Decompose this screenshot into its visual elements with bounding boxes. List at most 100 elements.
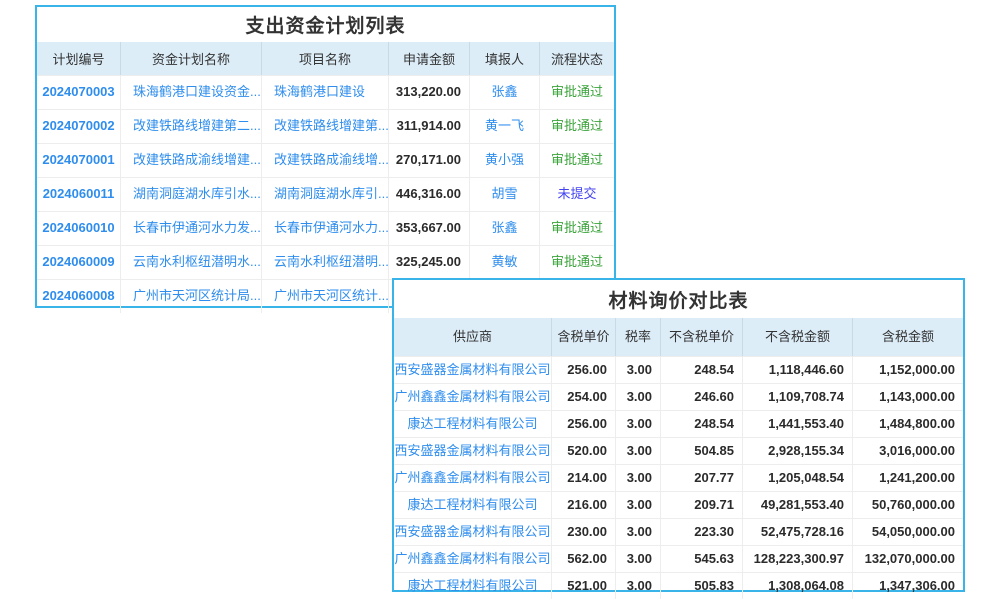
status-cell: 审批通过 <box>540 110 614 143</box>
price-incl-tax-cell: 256.00 <box>552 411 616 437</box>
amount-excl-tax-cell: 1,308,064.08 <box>743 573 853 599</box>
tax-rate-cell: 3.00 <box>616 384 661 410</box>
plan-id-link[interactable]: 2024060009 <box>37 246 121 279</box>
tax-rate-cell: 3.00 <box>616 438 661 464</box>
fund-plan-name-link[interactable]: 珠海鹤港口建设资金... <box>121 76 262 109</box>
fund-plan-name-link[interactable]: 改建铁路线增建第二... <box>121 110 262 143</box>
supplier-link[interactable]: 广州鑫鑫金属材料有限公司 <box>394 546 552 572</box>
amount-excl-tax-cell: 1,118,446.60 <box>743 357 853 383</box>
project-name-link[interactable]: 改建铁路线增建第... <box>262 110 389 143</box>
plan-id-link[interactable]: 2024060011 <box>37 178 121 211</box>
fund-plan-name-link[interactable]: 改建铁路成渝线增建... <box>121 144 262 177</box>
table-row: 2024070003 珠海鹤港口建设资金... 珠海鹤港口建设 313,220.… <box>37 75 614 109</box>
price-excl-tax-cell: 248.54 <box>661 411 743 437</box>
filler-cell: 张鑫 <box>470 212 540 245</box>
fund-plan-name-link[interactable]: 广州市天河区统计局... <box>121 280 262 313</box>
price-incl-tax-cell: 216.00 <box>552 492 616 518</box>
supplier-link[interactable]: 康达工程材料有限公司 <box>394 411 552 437</box>
plan-id-link[interactable]: 2024070003 <box>37 76 121 109</box>
amount-incl-tax-cell: 3,016,000.00 <box>853 438 963 464</box>
price-incl-tax-cell: 520.00 <box>552 438 616 464</box>
table-row: 康达工程材料有限公司 256.00 3.00 248.54 1,441,553.… <box>394 410 963 437</box>
amount-incl-tax-cell: 50,760,000.00 <box>853 492 963 518</box>
status-cell: 审批通过 <box>540 212 614 245</box>
price-excl-tax-cell: 209.71 <box>661 492 743 518</box>
price-excl-tax-cell: 207.77 <box>661 465 743 491</box>
table-row: 西安盛器金属材料有限公司 230.00 3.00 223.30 52,475,7… <box>394 518 963 545</box>
table-row: 康达工程材料有限公司 216.00 3.00 209.71 49,281,553… <box>394 491 963 518</box>
table-row: 西安盛器金属材料有限公司 520.00 3.00 504.85 2,928,15… <box>394 437 963 464</box>
status-cell: 未提交 <box>540 178 614 211</box>
supplier-link[interactable]: 广州鑫鑫金属材料有限公司 <box>394 465 552 491</box>
col-header-flow-status: 流程状态 <box>540 42 614 75</box>
fund-plan-name-link[interactable]: 湖南洞庭湖水库引水... <box>121 178 262 211</box>
amount-incl-tax-cell: 1,484,800.00 <box>853 411 963 437</box>
amount-cell: 313,220.00 <box>389 76 470 109</box>
price-incl-tax-cell: 230.00 <box>552 519 616 545</box>
supplier-link[interactable]: 西安盛器金属材料有限公司 <box>394 438 552 464</box>
fund-plan-name-link[interactable]: 长春市伊通河水力发... <box>121 212 262 245</box>
amount-incl-tax-cell: 1,152,000.00 <box>853 357 963 383</box>
col-header-project: 项目名称 <box>262 42 389 75</box>
filler-cell: 黄小强 <box>470 144 540 177</box>
price-incl-tax-cell: 562.00 <box>552 546 616 572</box>
amount-excl-tax-cell: 128,223,300.97 <box>743 546 853 572</box>
supplier-link[interactable]: 康达工程材料有限公司 <box>394 573 552 599</box>
amount-incl-tax-cell: 1,143,000.00 <box>853 384 963 410</box>
amount-incl-tax-cell: 132,070,000.00 <box>853 546 963 572</box>
table-row: 2024070002 改建铁路线增建第二... 改建铁路线增建第... 311,… <box>37 109 614 143</box>
amount-cell: 325,245.00 <box>389 246 470 279</box>
supplier-link[interactable]: 康达工程材料有限公司 <box>394 492 552 518</box>
table-row: 2024060011 湖南洞庭湖水库引水... 湖南洞庭湖水库引... 446,… <box>37 177 614 211</box>
col-header-amount: 申请金额 <box>389 42 470 75</box>
material-inquiry-header-row: 供应商 含税单价 税率 不含税单价 不含税金额 含税金额 <box>394 318 963 356</box>
status-cell: 审批通过 <box>540 76 614 109</box>
project-name-link[interactable]: 珠海鹤港口建设 <box>262 76 389 109</box>
supplier-link[interactable]: 西安盛器金属材料有限公司 <box>394 519 552 545</box>
table-row: 康达工程材料有限公司 521.00 3.00 505.83 1,308,064.… <box>394 572 963 599</box>
tax-rate-cell: 3.00 <box>616 357 661 383</box>
amount-excl-tax-cell: 49,281,553.40 <box>743 492 853 518</box>
project-name-link[interactable]: 长春市伊通河水力... <box>262 212 389 245</box>
price-incl-tax-cell: 256.00 <box>552 357 616 383</box>
fund-plan-name-link[interactable]: 云南水利枢纽潜明水... <box>121 246 262 279</box>
plan-id-link[interactable]: 2024070001 <box>37 144 121 177</box>
supplier-link[interactable]: 广州鑫鑫金属材料有限公司 <box>394 384 552 410</box>
col-header-tax-rate: 税率 <box>616 318 661 356</box>
amount-excl-tax-cell: 52,475,728.16 <box>743 519 853 545</box>
plan-id-link[interactable]: 2024060010 <box>37 212 121 245</box>
col-header-filler: 填报人 <box>470 42 540 75</box>
project-name-link[interactable]: 广州市天河区统计... <box>262 280 389 313</box>
amount-cell: 353,667.00 <box>389 212 470 245</box>
project-name-link[interactable]: 湖南洞庭湖水库引... <box>262 178 389 211</box>
col-header-amount-excl-tax: 不含税金额 <box>743 318 853 356</box>
amount-excl-tax-cell: 1,205,048.54 <box>743 465 853 491</box>
filler-cell: 黄一飞 <box>470 110 540 143</box>
col-header-fund-plan: 资金计划名称 <box>121 42 262 75</box>
tax-rate-cell: 3.00 <box>616 492 661 518</box>
price-excl-tax-cell: 545.63 <box>661 546 743 572</box>
tax-rate-cell: 3.00 <box>616 465 661 491</box>
amount-incl-tax-cell: 54,050,000.00 <box>853 519 963 545</box>
col-header-price-excl-tax: 不含税单价 <box>661 318 743 356</box>
amount-cell: 270,171.00 <box>389 144 470 177</box>
plan-id-link[interactable]: 2024070002 <box>37 110 121 143</box>
price-incl-tax-cell: 214.00 <box>552 465 616 491</box>
supplier-link[interactable]: 西安盛器金属材料有限公司 <box>394 357 552 383</box>
project-name-link[interactable]: 改建铁路成渝线增... <box>262 144 389 177</box>
table-row: 广州鑫鑫金属材料有限公司 214.00 3.00 207.77 1,205,04… <box>394 464 963 491</box>
tax-rate-cell: 3.00 <box>616 573 661 599</box>
amount-excl-tax-cell: 1,109,708.74 <box>743 384 853 410</box>
filler-cell: 黄敏 <box>470 246 540 279</box>
amount-cell: 311,914.00 <box>389 110 470 143</box>
expense-plan-table: 支出资金计划列表 计划编号 资金计划名称 项目名称 申请金额 填报人 流程状态 … <box>35 5 616 308</box>
project-name-link[interactable]: 云南水利枢纽潜明... <box>262 246 389 279</box>
material-inquiry-table-title: 材料询价对比表 <box>394 280 963 318</box>
col-header-amount-incl-tax: 含税金额 <box>853 318 963 356</box>
expense-plan-header-row: 计划编号 资金计划名称 项目名称 申请金额 填报人 流程状态 <box>37 42 614 75</box>
tax-rate-cell: 3.00 <box>616 411 661 437</box>
expense-plan-table-title: 支出资金计划列表 <box>37 7 614 42</box>
plan-id-link[interactable]: 2024060008 <box>37 280 121 313</box>
price-excl-tax-cell: 504.85 <box>661 438 743 464</box>
amount-incl-tax-cell: 1,241,200.00 <box>853 465 963 491</box>
